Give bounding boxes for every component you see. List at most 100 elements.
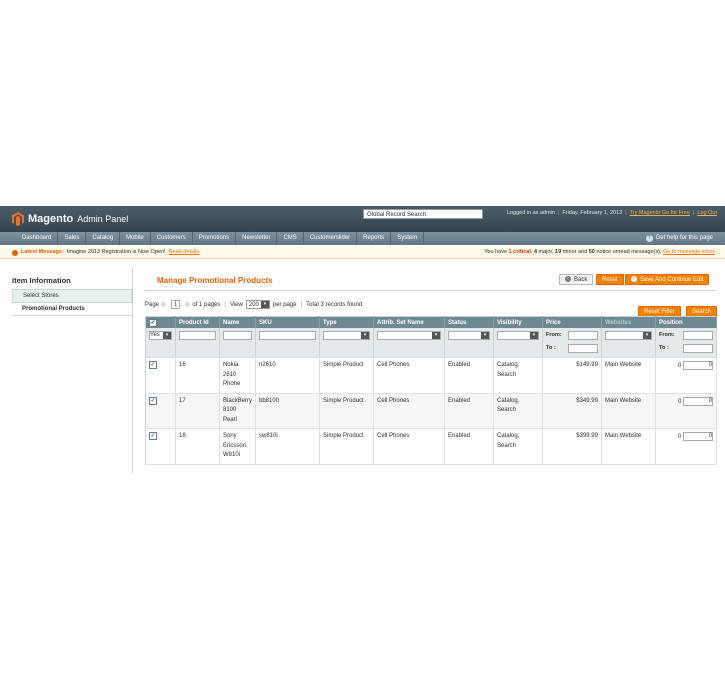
sidebar-item-select-stores[interactable]: Select Stores <box>12 289 132 303</box>
save-continue-button[interactable]: ✓ Save And Continue Edit <box>625 274 710 285</box>
chevron-down-icon: ▾ <box>361 332 369 339</box>
column-header[interactable]: Type <box>319 316 374 328</box>
message-inbox-link[interactable]: Go to message inbox <box>663 249 715 255</box>
critical-count: 1 critical <box>508 249 531 255</box>
global-search-input[interactable]: Global Record Search <box>363 209 483 219</box>
sidebar-divider <box>132 268 133 473</box>
name-filter[interactable] <box>223 331 252 340</box>
position-input[interactable]: 0 <box>683 361 713 370</box>
per-page-select[interactable]: 200 ▾ <box>245 300 270 309</box>
grid-filter-row: Yes ▾ ▾ ▾ ▾ ▾ From: To : ▾ From: To : <box>145 328 717 358</box>
row-checkbox[interactable]: ✓ <box>149 361 157 369</box>
column-header[interactable]: Product Id <box>175 316 220 328</box>
message-summary: You have 1 critical, 4 major, 19 minor a… <box>484 249 715 255</box>
back-icon: ‹ <box>565 276 571 283</box>
header-links: Logged in as admin | Friday, February 1, 2… <box>506 210 717 216</box>
column-header[interactable]: Attrib. Set Name <box>373 316 445 328</box>
status-filter[interactable]: ▾ <box>448 331 490 340</box>
in-products-filter[interactable]: Yes ▾ <box>149 331 172 340</box>
logo[interactable]: Magento Admin Panel <box>12 211 128 227</box>
nav-newsletter[interactable]: Newsletter <box>236 232 278 245</box>
visibility-filter[interactable]: ▾ <box>497 331 539 340</box>
column-header[interactable]: Price <box>542 316 602 328</box>
latest-message: Latest Message: Imagine 2013 Registratio… <box>12 247 199 258</box>
row-checkbox[interactable]: ✓ <box>149 432 157 440</box>
next-page-icon[interactable] <box>185 302 191 307</box>
chevron-down-icon: ▾ <box>260 301 269 308</box>
nav-mobile[interactable]: Mobile <box>120 232 151 245</box>
sidebar-item-promotional-products[interactable]: Promotional Products <box>12 303 132 316</box>
logout-link[interactable]: Log Out <box>697 210 717 216</box>
notice-count: 50 <box>588 249 595 255</box>
column-header[interactable]: SKU <box>255 316 320 328</box>
message-bar: Latest Message: Imagine 2013 Registratio… <box>0 247 725 259</box>
column-header[interactable]: Position <box>655 316 717 328</box>
table-row[interactable]: ✓ 16 Nokia 2610 Phone n2610 Simple Produ… <box>145 357 717 394</box>
table-row[interactable]: ✓ 18 Sony Ericsson W810i sw810i Simple P… <box>145 428 717 465</box>
nav-sales[interactable]: Sales <box>58 232 87 245</box>
column-header: Websites <box>601 316 656 328</box>
column-header[interactable]: Status <box>444 316 494 328</box>
websites-filter[interactable]: ▾ <box>605 331 652 340</box>
product-id-filter[interactable] <box>179 331 216 340</box>
sidebar-title: Item Information <box>12 276 71 285</box>
price-to-input[interactable] <box>568 343 598 353</box>
row-checkbox[interactable]: ✓ <box>149 396 157 405</box>
column-header[interactable]: Name <box>219 316 256 328</box>
select-all-header[interactable]: ✓ <box>145 316 176 328</box>
back-button[interactable]: ‹ Back <box>559 274 594 285</box>
chevron-down-icon: ▾ <box>643 332 651 339</box>
select-all-checkbox[interactable]: ✓ <box>149 318 157 327</box>
major-count: 4 <box>533 249 537 255</box>
position-from-input[interactable] <box>683 331 713 341</box>
read-details-link[interactable]: Read details <box>169 247 200 258</box>
type-filter[interactable]: ▾ <box>323 331 370 340</box>
latest-message-text: Imagine 2013 Registration is Now Open! <box>66 249 166 255</box>
records-count: Total 3 records found <box>306 301 363 308</box>
position-input[interactable]: 0 <box>683 396 713 406</box>
chevron-down-icon: ▾ <box>481 332 489 339</box>
page-title: Manage Promotional Products <box>157 276 273 285</box>
chevron-down-icon: ▾ <box>163 332 171 339</box>
check-icon: ✓ <box>631 276 637 283</box>
sidebar: Item Information Select Stores Promotion… <box>12 276 132 316</box>
try-magento-link[interactable]: Try Magento Go for Free <box>630 210 690 216</box>
nav-promotions[interactable]: Promotions <box>193 232 237 245</box>
logo-subtitle: Admin Panel <box>77 214 129 224</box>
nav-system[interactable]: System <box>391 232 425 245</box>
minor-count: 19 <box>555 249 562 255</box>
grid-header-row: ✓ Product Id Name SKU Type Attrib. Set N… <box>145 316 717 328</box>
nav-dashboard[interactable]: Dashboard <box>0 232 59 245</box>
nav-cms[interactable]: CMS <box>277 232 304 245</box>
title-divider <box>145 290 716 291</box>
prev-page-icon[interactable] <box>161 302 167 307</box>
help-text: Get help for this page <box>655 235 713 241</box>
header-bar: Magento Admin Panel Global Record Search… <box>0 206 725 232</box>
nav-customers[interactable]: Customers <box>151 232 193 245</box>
help-icon: ? <box>645 235 653 242</box>
table-row[interactable]: ✓ 17 BlackBerry 8100 Pearl bb8100 Simple… <box>145 393 717 429</box>
help-link[interactable]: ? Get help for this page <box>645 232 713 245</box>
nav-catalog[interactable]: Catalog <box>86 232 121 245</box>
sku-filter[interactable] <box>259 331 316 340</box>
position-input[interactable]: 0 <box>683 432 713 441</box>
column-header[interactable]: Visibility <box>493 316 543 328</box>
latest-message-label: Latest Message: <box>21 249 64 255</box>
reset-button[interactable]: Reset <box>596 274 624 285</box>
position-to-input[interactable] <box>683 343 713 353</box>
logged-in-text: Logged in as admin <box>506 210 555 216</box>
chevron-down-icon: ▾ <box>432 332 440 339</box>
main-nav: Dashboard Sales Catalog Mobile Customers… <box>0 232 725 245</box>
nav-reports[interactable]: Reports <box>357 232 392 245</box>
alert-icon <box>12 249 18 256</box>
page-input[interactable]: 1 <box>171 300 181 309</box>
admin-panel: Magento Admin Panel Global Record Search… <box>0 206 725 476</box>
products-grid: ✓ Product Id Name SKU Type Attrib. Set N… <box>145 316 717 465</box>
attrib-set-filter[interactable]: ▾ <box>377 331 441 340</box>
header-date: Friday, February 1, 2013 <box>562 210 623 216</box>
magento-logo-icon <box>12 212 24 226</box>
logo-text: Magento <box>28 213 74 225</box>
nav-customerslider[interactable]: Customerslider <box>304 232 358 245</box>
price-from-input[interactable] <box>568 331 598 341</box>
pager: Page 1 of 1 pages | View 200 ▾ per page |… <box>145 300 363 309</box>
